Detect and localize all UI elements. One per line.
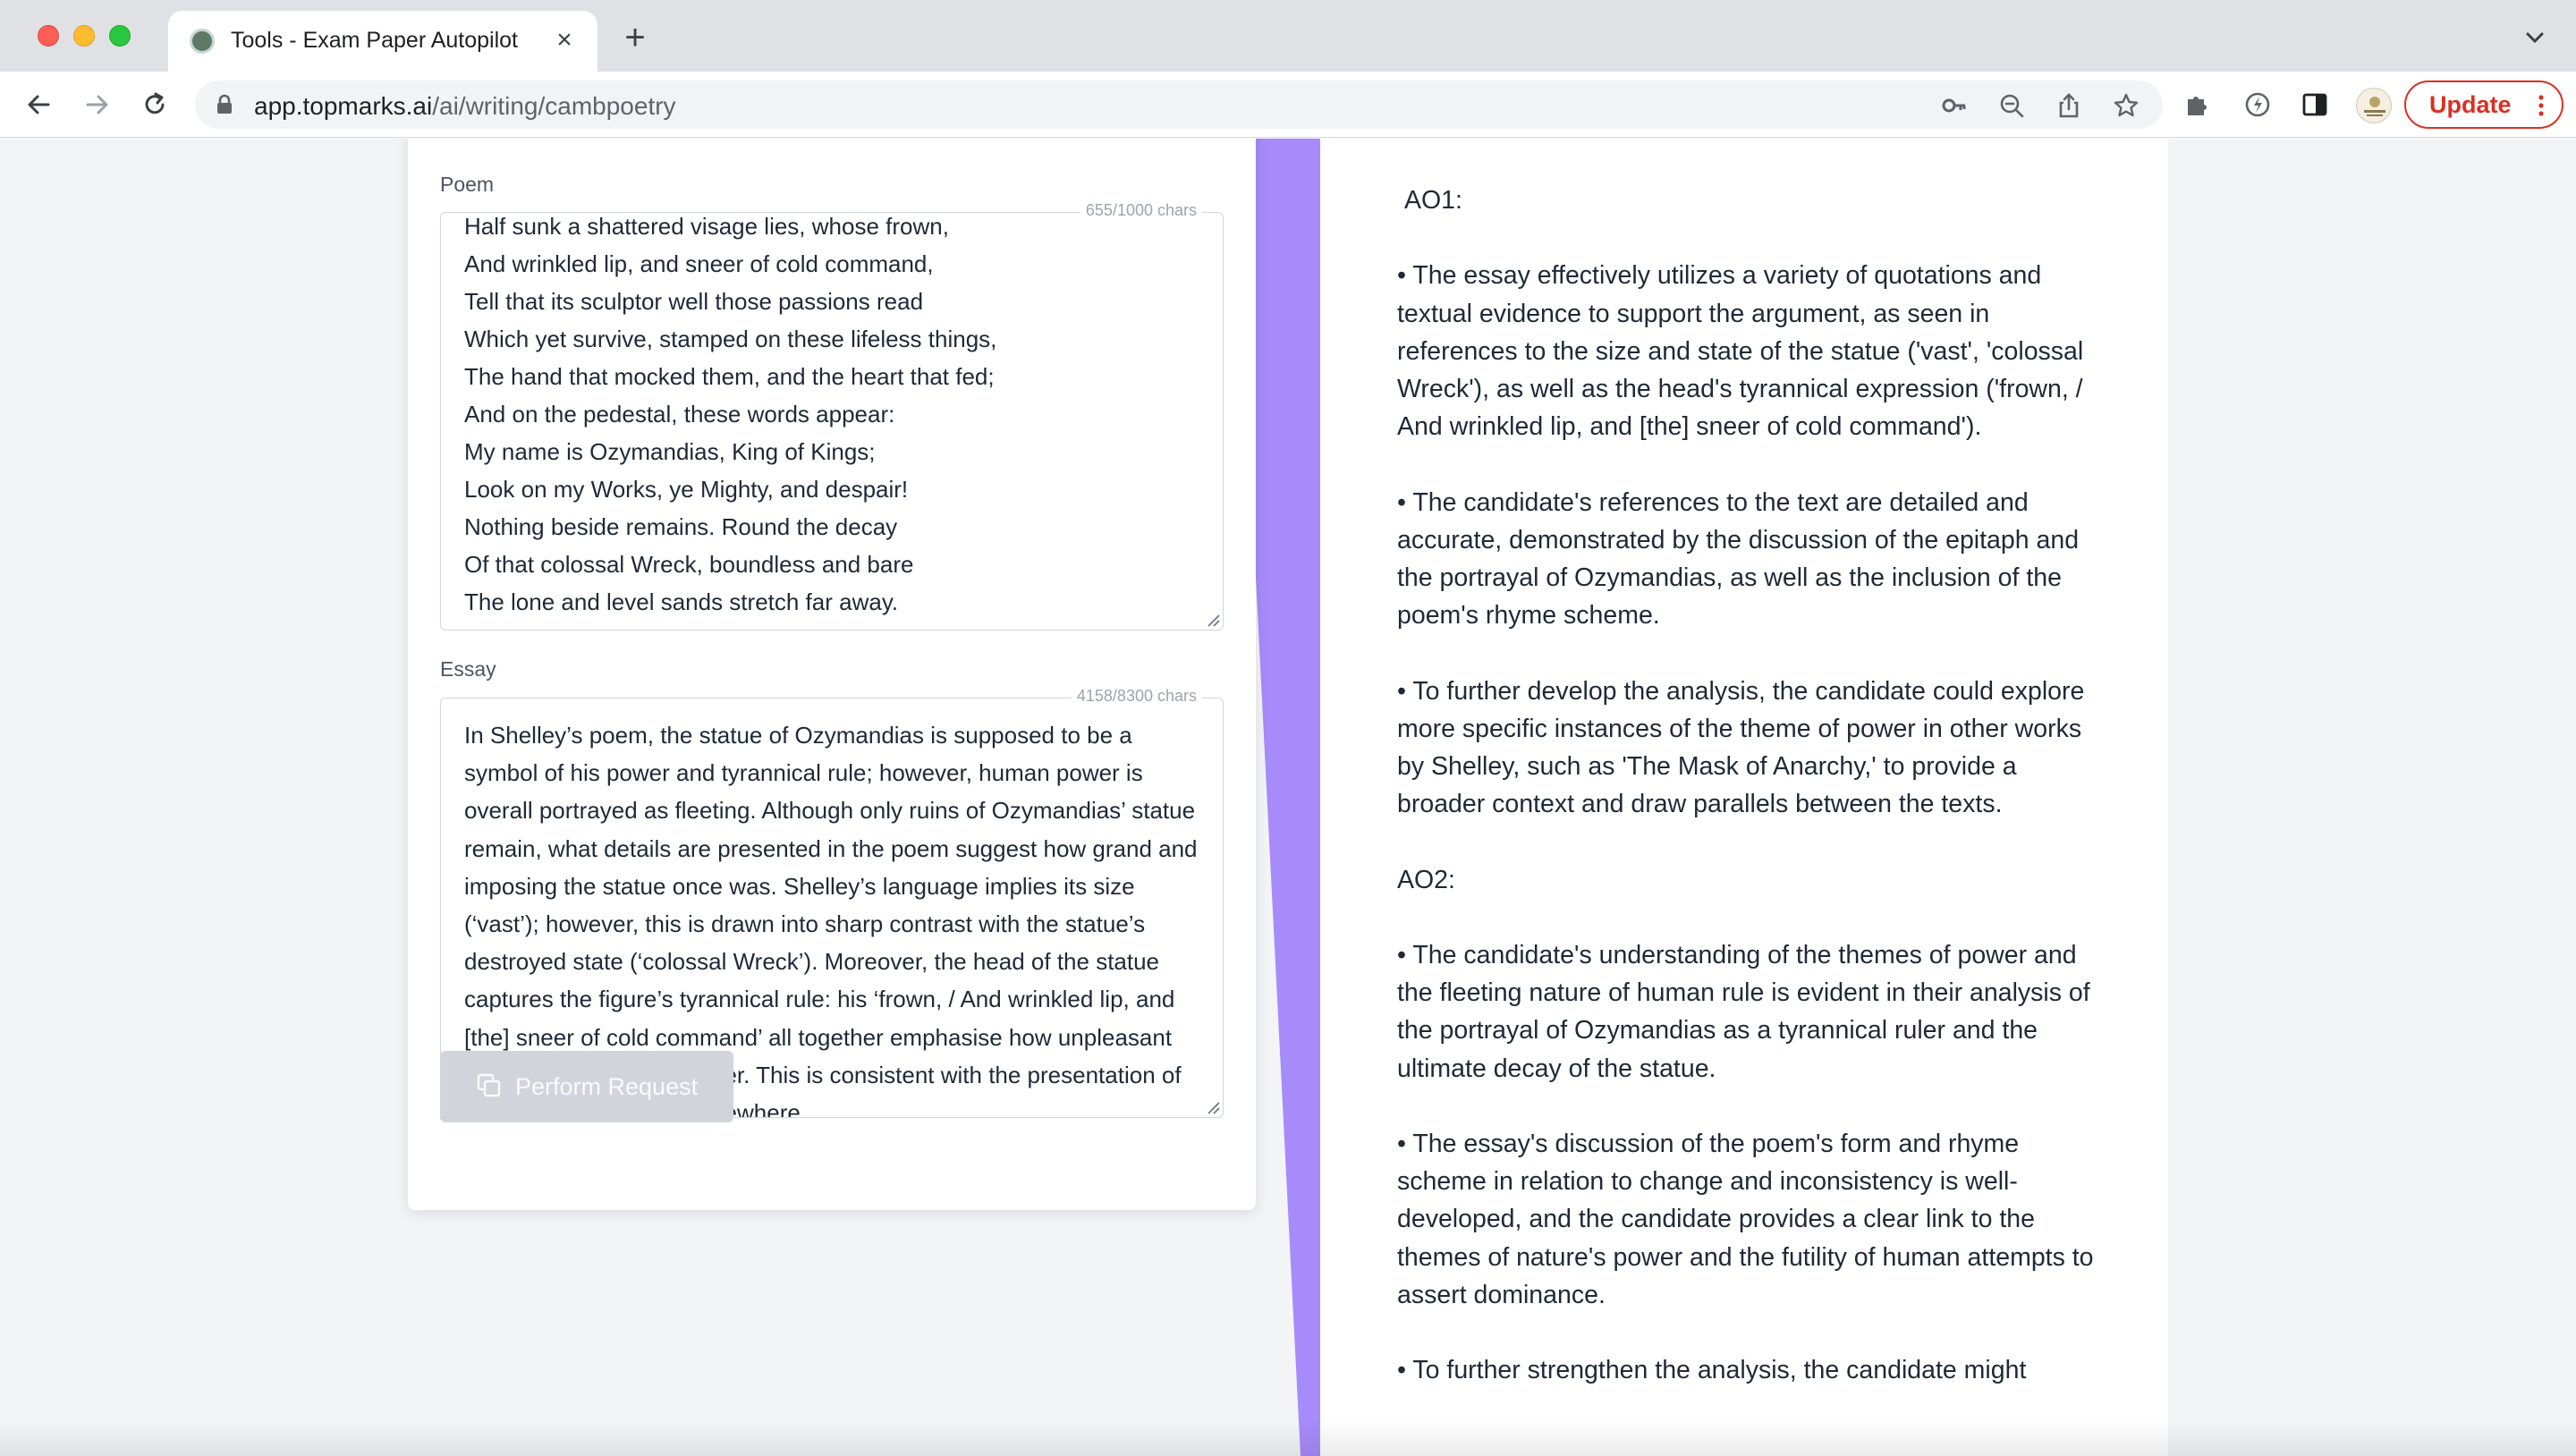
feedback-point: • To further strengthen the analysis, th… <box>1397 1356 2027 1385</box>
poem-char-count: 655/1000 chars <box>1080 201 1202 220</box>
forward-arrow-icon[interactable] <box>79 86 116 123</box>
essay-field-label: Essay <box>440 657 496 681</box>
performance-icon[interactable] <box>2243 90 2272 119</box>
feedback-point: • To further develop the analysis, the c… <box>1397 676 2085 819</box>
new-tab-plus-icon[interactable]: + <box>615 18 655 57</box>
feedback-point: • The essay effectively utilizes a varie… <box>1397 261 2084 442</box>
bottom-shadow <box>0 1420 2576 1456</box>
poem-line: Which yet survive, stamped on these life… <box>464 326 997 352</box>
reload-icon[interactable] <box>136 86 174 123</box>
resize-handle-icon[interactable] <box>1205 1099 1221 1115</box>
tab-title: Tools - Exam Paper Autopilot <box>231 28 518 53</box>
feedback-point: • The candidate's understanding of the t… <box>1397 940 2090 1083</box>
poem-line: Nothing beside remains. Round the decay <box>464 513 898 540</box>
profile-avatar[interactable] <box>2356 88 2392 123</box>
poem-line: Tell that its sculptor well those passio… <box>464 288 924 315</box>
zoom-out-icon[interactable] <box>1998 92 2025 119</box>
back-arrow-icon[interactable] <box>20 86 57 123</box>
url-text[interactable]: app.topmarks.ai/ai/writing/cambpoetry <box>254 92 676 121</box>
poem-text: Half sunk a shattered visage lies, whose… <box>464 213 1201 621</box>
perform-request-button[interactable]: Perform Request <box>440 1051 733 1122</box>
poem-line: Of that colossal Wreck, boundless and ba… <box>464 551 914 578</box>
browser-tab-active[interactable]: Tools - Exam Paper Autopilot × <box>168 11 597 72</box>
feedback-results-panel: AO1: • The essay effectively utilizes a … <box>1320 139 2168 1456</box>
essay-char-count: 4158/8300 chars <box>1071 687 1202 706</box>
resize-handle-icon[interactable] <box>1205 612 1221 628</box>
page-viewport[interactable]: Poem Half sunk a shattered visage lies, … <box>0 139 2576 1456</box>
perform-request-label: Perform Request <box>515 1073 699 1100</box>
update-button[interactable]: Update <box>2404 80 2563 129</box>
update-label: Update <box>2429 91 2512 118</box>
lock-icon[interactable] <box>215 94 234 115</box>
ao2-heading: AO2: <box>1397 865 1455 894</box>
maximize-window-button[interactable] <box>109 25 131 47</box>
share-icon[interactable] <box>2055 92 2082 119</box>
extensions-puzzle-icon[interactable] <box>2182 90 2211 119</box>
poem-textarea[interactable]: Half sunk a shattered visage lies, whose… <box>440 212 1224 631</box>
poem-line: The hand that mocked them, and the heart… <box>464 363 995 390</box>
poem-line: The lone and level sands stretch far awa… <box>464 588 899 615</box>
poem-line: My name is Ozymandias, King of Kings; <box>464 438 876 465</box>
close-window-button[interactable] <box>38 25 59 47</box>
more-vertical-icon[interactable] <box>2538 95 2544 116</box>
tab-search-chevron-icon[interactable] <box>2521 23 2549 52</box>
bookmark-star-icon[interactable] <box>2113 92 2140 119</box>
side-panel-icon[interactable] <box>2301 90 2329 119</box>
ao1-heading: AO1: <box>1404 186 1462 215</box>
password-key-icon[interactable] <box>1941 92 1968 119</box>
poem-field-label: Poem <box>440 173 495 196</box>
poem-line: And on the pedestal, these words appear: <box>464 401 895 427</box>
site-favicon-icon <box>190 29 215 54</box>
url-host: app.topmarks.ai <box>254 92 433 120</box>
poem-line: Look on my Works, ye Mighty, and despair… <box>464 476 909 503</box>
url-path: /ai/writing/cambpoetry <box>432 92 676 120</box>
tab-bar: Tools - Exam Paper Autopilot × + <box>0 0 2576 72</box>
address-bar[interactable]: app.topmarks.ai/ai/writing/cambpoetry <box>195 80 2163 129</box>
copy-icon <box>477 1073 501 1097</box>
poem-line: And wrinkled lip, and sneer of cold comm… <box>464 250 934 277</box>
request-form-card: Poem Half sunk a shattered visage lies, … <box>408 139 1256 1210</box>
browser-toolbar: app.topmarks.ai/ai/writing/cambpoetry Up… <box>0 72 2576 138</box>
feedback-point: • The essay's discussion of the poem's f… <box>1397 1129 2094 1309</box>
close-tab-icon[interactable]: × <box>547 23 581 57</box>
feedback-text: AO1: • The essay effectively utilizes a … <box>1397 182 2104 1427</box>
feedback-point: • The candidate's references to the text… <box>1397 487 2080 631</box>
minimize-window-button[interactable] <box>73 25 95 47</box>
